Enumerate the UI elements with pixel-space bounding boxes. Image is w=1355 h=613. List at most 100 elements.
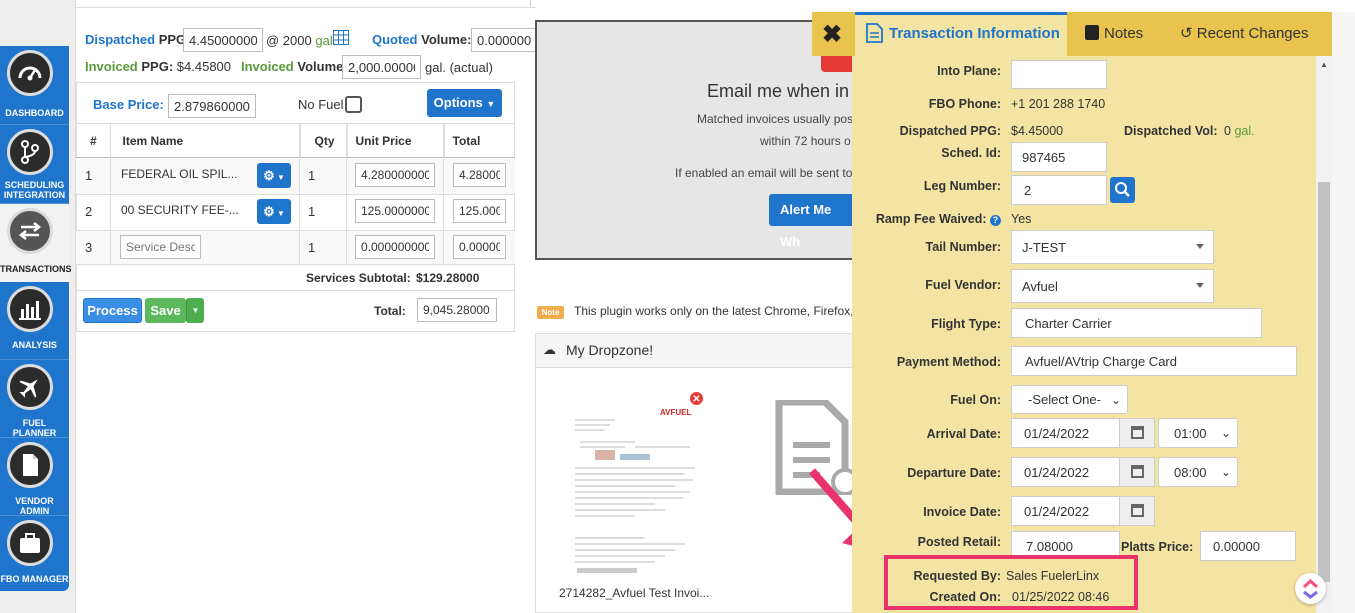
arrival-time-select[interactable]: 01:00 ⌄ [1158,418,1238,448]
platts-price-label: Platts Price: [1121,540,1194,554]
no-fuel-label: No Fuel [298,97,344,112]
total-input[interactable] [417,298,497,322]
requested-by-value: Sales FuelerLinx [1006,569,1100,583]
departure-date-label: Departure Date: [907,466,1001,480]
col-header-item: Item Name [109,123,300,159]
base-price-input[interactable] [168,94,256,118]
nav-label: FUEL PLANNER [12,418,57,438]
email-box-text: If enabled an email will be sent to [675,166,853,180]
nav-fuel-planner[interactable]: FUEL PLANNER [0,360,69,438]
into-plane-input[interactable] [1011,60,1107,89]
nav-label: SCHEDULING INTEGRATION [3,180,66,200]
invoice-thumbnail[interactable]: AVFUEL [565,398,705,578]
nav-fbo-manager[interactable]: FBO MANAGER [0,516,69,594]
row-num: 2 [85,204,93,219]
departure-calendar-button[interactable] [1119,457,1155,487]
nav-dashboard[interactable]: DASHBOARD [0,46,69,124]
nav-scheduling[interactable]: SCHEDULING INTEGRATION [0,125,69,203]
nav-label: TRANSACTIONS [0,264,72,274]
fuel-vendor-select[interactable]: Avfuel [1011,269,1214,303]
scrollbar-thumb[interactable] [1318,182,1330,582]
process-button[interactable]: Process [83,298,142,323]
sched-id-label: Sched. Id: [941,146,1001,160]
arrival-calendar-button[interactable] [1119,418,1155,448]
row-settings-button[interactable]: ⚙ ▼ [257,163,291,188]
dropdown-arrow-icon [1196,244,1204,249]
tab-notes[interactable]: Notes [1085,25,1143,42]
sched-id-input[interactable]: 987465 [1011,142,1107,172]
arrival-date-label: Arrival Date: [926,427,1001,441]
invoice-calendar-button[interactable] [1119,496,1155,526]
arrival-date-input[interactable]: 01/24/2022 [1011,418,1120,448]
base-price-label: Base Price: [93,97,164,112]
email-box-title: Email me when in [707,81,850,101]
calendar-table-icon[interactable] [333,30,349,48]
row-settings-button[interactable]: ⚙ ▼ [257,199,291,224]
vendor-admin-icon [7,442,53,488]
nav-label: FBO MANAGER [0,574,69,584]
row-total-input[interactable] [453,235,506,259]
nav-transactions[interactable]: TRANSACTIONS [0,204,72,282]
payment-method-label: Payment Method: [896,355,1001,369]
ramp-fee-label: Ramp Fee Waived: ? [852,212,1001,226]
alert-me-button[interactable]: Alert Me Wh [769,194,855,249]
col-header-unit-price: Unit Price [346,123,444,159]
row-num: 3 [85,240,93,255]
fuel-on-select[interactable]: -Select One- ⌄ [1011,385,1128,414]
invoiced-volume-input[interactable] [342,55,421,79]
row-total-input[interactable] [453,199,506,223]
departure-time-select[interactable]: 08:00 ⌄ [1158,457,1238,487]
col-divider [346,124,347,264]
help-icon[interactable]: ? [990,215,1001,226]
leg-number-input[interactable]: 2 [1011,175,1107,205]
note-badge: Note [537,306,564,319]
col-header-qty: Qty [299,123,347,159]
document-icon [866,23,883,46]
quoted-volume-input[interactable] [471,28,537,52]
tab-label: Transaction Information [889,25,1060,42]
search-button[interactable] [1110,177,1135,203]
dispatched-ppg-input[interactable] [183,28,263,52]
nav-vendor-admin[interactable]: VENDOR ADMIN [0,438,69,516]
col-header-num: # [76,123,110,159]
row-total-input[interactable] [453,163,506,187]
row-unit-price-input[interactable] [355,199,435,223]
clickup-widget-icon[interactable] [1295,573,1326,604]
dispatched-volume-text: @ 2000 gal. [266,33,337,48]
total-label: Total: [374,304,406,318]
options-button[interactable]: Options ▼ [427,89,502,117]
no-fuel-checkbox[interactable] [345,96,362,113]
tail-number-select[interactable]: J-TEST [1011,230,1214,264]
row-divider [76,264,515,265]
payment-method-input[interactable]: Avfuel/AVtrip Charge Card [1011,346,1297,376]
row-unit-price-input[interactable] [355,235,435,259]
save-button[interactable]: Save [145,298,186,323]
into-plane-label: Into Plane: [937,64,1001,78]
row-unit-price-input[interactable] [355,163,435,187]
platts-price-input[interactable]: 0.00000 [1200,531,1296,561]
departure-date-input[interactable]: 01/24/2022 [1011,457,1120,487]
tab-recent-changes[interactable]: ↺ Recent Changes [1180,24,1309,42]
posted-retail-label: Posted Retail: [917,535,1001,549]
close-icon[interactable]: ✖ [822,20,842,49]
scroll-up-icon[interactable]: ▲ [1320,60,1328,69]
quoted-volume-label: Quoted Volume: [372,32,472,47]
row-divider [76,194,515,195]
invoice-date-input[interactable]: 01/24/2022 [1011,496,1120,526]
history-icon: ↺ [1180,25,1193,42]
service-desc-input[interactable] [120,235,201,259]
save-dropdown-button[interactable]: ▼ [186,298,204,323]
flight-type-input[interactable]: Charter Carrier [1011,308,1262,338]
invoiced-ppg-label: Invoiced PPG: $4.45800 [85,59,232,74]
invoice-date-label: Invoice Date: [923,505,1001,519]
scheduling-icon [7,129,53,175]
leg-number-label: Leg Number: [923,179,1001,193]
chevron-down-icon: ⌄ [1220,426,1231,440]
created-on-label: Created On: [929,590,1001,604]
dropzone-title: My Dropzone! [566,342,654,358]
remove-file-icon[interactable]: ✕ [689,391,704,406]
nav-analysis[interactable]: ANALYSIS [0,282,69,360]
page-scroll-area [1332,12,1355,613]
dispatched-ppg-label: Dispatched PPG: [85,32,191,47]
dispatched-vol-label: Dispatched Vol: [1124,124,1218,138]
